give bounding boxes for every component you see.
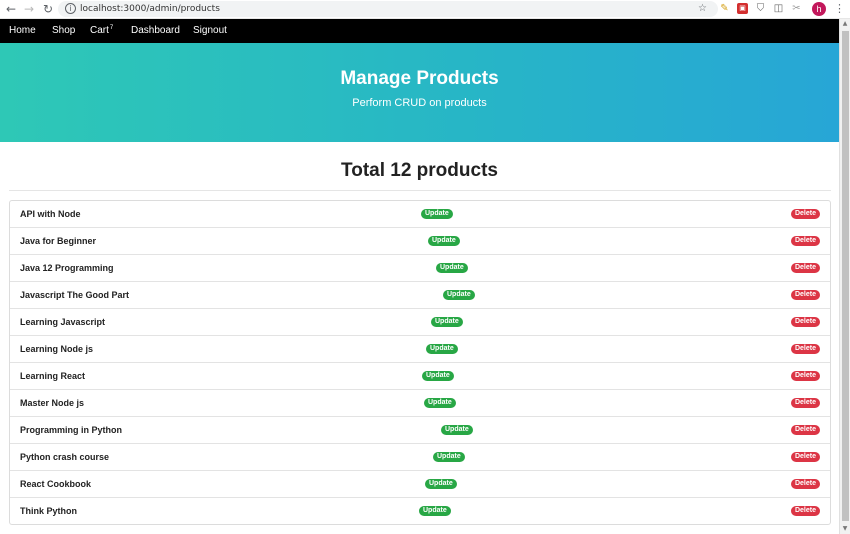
product-name: Learning Node js — [20, 344, 94, 354]
update-button[interactable]: Update — [441, 425, 473, 435]
browser-menu-icon[interactable]: ⋮ — [834, 2, 845, 16]
nav-signout-link[interactable]: Signout — [193, 19, 227, 43]
info-icon[interactable]: i — [65, 3, 76, 14]
products-total-heading: Total 12 products — [341, 160, 498, 181]
product-name: Python crash course — [20, 452, 110, 462]
delete-button[interactable]: Delete — [790, 452, 820, 462]
address-bar[interactable]: i localhost:3000/admin/products — [58, 1, 718, 17]
product-row: Think Python Update Delete — [10, 498, 830, 525]
nav-home-link[interactable]: Home — [9, 19, 36, 43]
product-row: Java 12 Programming Update Delete — [10, 255, 830, 282]
reload-icon[interactable]: ↻ — [41, 2, 55, 16]
extension-pen-icon[interactable]: ✎ — [719, 3, 730, 14]
back-arrow-icon[interactable]: ← — [4, 2, 18, 16]
update-button[interactable]: Update — [431, 317, 463, 327]
delete-button[interactable]: Delete — [790, 290, 820, 300]
scrollbar-thumb[interactable] — [842, 31, 849, 521]
nav-shop-link[interactable]: Shop — [52, 19, 75, 43]
main-navbar: Home Shop Cart7 Dashboard Signout — [0, 19, 839, 43]
product-row: Javascript The Good Part Update Delete — [10, 282, 830, 309]
product-name: Javascript The Good Part — [20, 290, 130, 300]
page-title: Manage Products — [340, 68, 499, 89]
nav-cart-link[interactable]: Cart7 — [90, 19, 113, 43]
product-name: Learning React — [20, 371, 86, 381]
update-button[interactable]: Update — [433, 452, 465, 462]
delete-button[interactable]: Delete — [790, 506, 820, 516]
delete-button[interactable]: Delete — [790, 344, 820, 354]
product-row: API with Node Update Delete — [10, 201, 830, 228]
product-row: Learning React Update Delete — [10, 363, 830, 390]
product-row: Learning Node js Update Delete — [10, 336, 830, 363]
product-name: Java for Beginner — [20, 236, 97, 246]
update-button[interactable]: Update — [426, 344, 458, 354]
divider — [9, 190, 831, 191]
extension-shield-icon[interactable]: ⛉ — [755, 3, 766, 14]
extension-window-icon[interactable]: ◫ — [773, 3, 784, 14]
delete-button[interactable]: Delete — [790, 236, 820, 246]
update-button[interactable]: Update — [422, 371, 454, 381]
product-name: React Cookbook — [20, 479, 92, 489]
cart-count-badge: 7 — [109, 25, 114, 31]
product-row: Java for Beginner Update Delete — [10, 228, 830, 255]
update-button[interactable]: Update — [428, 236, 460, 246]
delete-button[interactable]: Delete — [790, 317, 820, 327]
product-row: Master Node js Update Delete — [10, 390, 830, 417]
extension-red-icon[interactable]: ▣ — [737, 3, 748, 14]
delete-button[interactable]: Delete — [790, 425, 820, 435]
delete-button[interactable]: Delete — [790, 371, 820, 381]
update-button[interactable]: Update — [436, 263, 468, 273]
update-button[interactable]: Update — [421, 209, 453, 219]
product-list: API with Node Update Delete Java for Beginn… — [9, 200, 831, 525]
update-button[interactable]: Update — [419, 506, 451, 516]
product-row: Programming in Python Update Delete — [10, 417, 830, 444]
extension-scissors-icon[interactable]: ✂ — [791, 3, 802, 14]
update-button[interactable]: Update — [425, 479, 457, 489]
delete-button[interactable]: Delete — [790, 398, 820, 408]
product-row: Learning Javascript Update Delete — [10, 309, 830, 336]
product-name: Master Node js — [20, 398, 85, 408]
update-button[interactable]: Update — [443, 290, 475, 300]
address-url[interactable]: localhost:3000/admin/products — [80, 3, 220, 15]
nav-dashboard-link[interactable]: Dashboard — [131, 19, 180, 43]
delete-button[interactable]: Delete — [790, 263, 820, 273]
page-scrollbar[interactable]: ▲ ▼ — [839, 19, 850, 534]
page-subtitle: Perform CRUD on products — [352, 97, 487, 109]
browser-toolbar: ← → ↻ i localhost:3000/admin/products ☆ … — [0, 0, 850, 19]
product-name: Learning Javascript — [20, 317, 106, 327]
delete-button[interactable]: Delete — [790, 209, 820, 219]
scroll-down-icon[interactable]: ▼ — [840, 524, 850, 534]
update-button[interactable]: Update — [424, 398, 456, 408]
hero-banner: Manage Products Perform CRUD on products — [0, 43, 839, 142]
scroll-up-icon[interactable]: ▲ — [840, 19, 850, 29]
product-name: Think Python — [20, 506, 77, 516]
nav-cart-label: Cart — [90, 25, 109, 36]
bookmark-star-icon[interactable]: ☆ — [697, 3, 708, 14]
product-name: Java 12 Programming — [20, 263, 114, 273]
forward-arrow-icon[interactable]: → — [22, 2, 36, 16]
product-name: API with Node — [20, 209, 81, 219]
profile-avatar[interactable]: h — [812, 2, 826, 16]
delete-button[interactable]: Delete — [790, 479, 820, 489]
product-row: Python crash course Update Delete — [10, 444, 830, 471]
product-row: React Cookbook Update Delete — [10, 471, 830, 498]
product-name: Programming in Python — [20, 425, 123, 435]
